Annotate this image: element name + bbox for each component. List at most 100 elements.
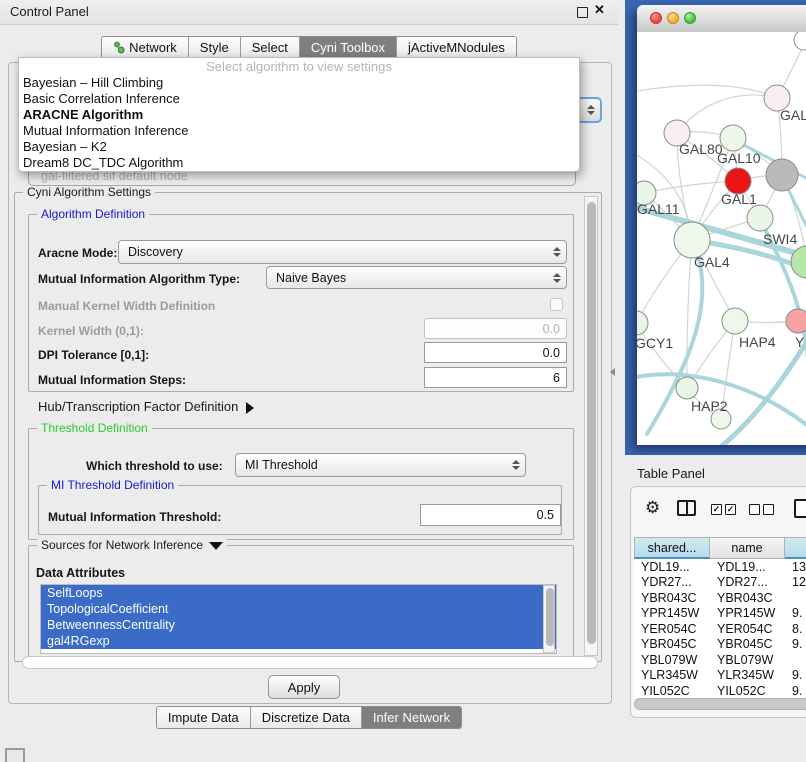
table-row[interactable]: YDR27...YDR27...12 [634, 575, 806, 591]
table-row[interactable]: YDL19...YDL19...13 [634, 559, 806, 575]
table-rows: YDL19...YDL19...13YDR27...YDR27...12YBR0… [634, 559, 806, 699]
select-all-columns-icon[interactable]: ✓ ✓ [711, 504, 736, 515]
panel-splitter-arrow[interactable] [610, 368, 615, 376]
table-cell: YER054C [634, 621, 710, 637]
algorithm-option-bayesian-hill-climbing[interactable]: Bayesian – Hill Climbing [19, 75, 579, 91]
stepper-icon [512, 460, 520, 470]
table-cell: 8. [785, 621, 806, 637]
network-window-titlebar[interactable] [637, 5, 806, 33]
table-cell [785, 590, 806, 606]
tab-cyni-toolbox[interactable]: Cyni Toolbox [299, 37, 396, 58]
network-node-salmon-right[interactable] [786, 309, 806, 333]
tab-infer-network[interactable]: Infer Network [361, 707, 461, 728]
mi-threshold-label: Mutual Information Threshold: [48, 510, 221, 524]
hub-definition-toggle[interactable]: Hub/Transcription Factor Definition [38, 399, 254, 414]
data-attributes-label: Data Attributes [36, 566, 125, 580]
settings-hscrollbar[interactable] [22, 656, 598, 669]
export-table-icon[interactable] [794, 499, 806, 518]
table-hscrollbar[interactable] [634, 698, 806, 710]
apply-button[interactable]: Apply [268, 675, 340, 699]
attr-list-scrollbar-thumb[interactable] [546, 588, 554, 646]
table-cell: 13 [785, 559, 806, 575]
aracne-mode-combo[interactable]: Discovery [118, 240, 567, 264]
which-threshold-combo[interactable]: MI Threshold [235, 453, 526, 477]
table-row[interactable]: YBR045CYBR045C9. [634, 637, 806, 653]
table-cell: 9. [785, 637, 806, 653]
table-row[interactable]: YIL052CYIL052C9. [634, 683, 806, 699]
attribute-item-gal4rgexp[interactable]: gal4RGexp [41, 633, 556, 649]
attr-list-scrollbar[interactable] [543, 585, 555, 653]
column-header-a[interactable]: A [785, 537, 806, 559]
deselect-all-columns-icon[interactable] [749, 504, 774, 515]
node-label-y: Y [795, 334, 805, 350]
algorithm-option-mutual-information-inference[interactable]: Mutual Information Inference [19, 123, 579, 139]
tab-select[interactable]: Select [240, 37, 299, 58]
tab-jactivemnodules[interactable]: jActiveMNodules [396, 37, 516, 58]
split-columns-icon[interactable] [677, 500, 696, 516]
node-label-gal1: GAL1 [721, 191, 757, 207]
dpi-tolerance-field[interactable]: 0.0 [424, 342, 567, 363]
table-cell: YLR345W [634, 668, 710, 684]
table-row[interactable]: YPR145WYPR145W9. [634, 606, 806, 622]
network-node-SWI4[interactable] [747, 205, 773, 231]
minimized-panel-icon[interactable] [5, 748, 25, 762]
close-traffic-light-icon[interactable] [650, 12, 662, 24]
settings-scrollbar-thumb[interactable] [587, 202, 596, 644]
node-label-gcy1: GCY1 [637, 335, 673, 351]
column-header-shared[interactable]: shared... [634, 537, 710, 559]
network-node-HAP4[interactable] [722, 308, 748, 334]
hub-definition-label: Hub/Transcription Factor Definition [38, 399, 238, 414]
kernel-width-field[interactable]: 0.0 [424, 318, 567, 339]
algorithm-option-basic-correlation-inference[interactable]: Basic Correlation Inference [19, 91, 579, 107]
table-cell: YDR27... [634, 575, 710, 591]
network-view-frame: GALGAL80GAL10GAL1GAL11SWI4GAL4GCY1HAP4YH… [625, 0, 806, 455]
tab-style[interactable]: Style [188, 37, 240, 58]
network-graph[interactable]: GALGAL80GAL10GAL1GAL11SWI4GAL4GCY1HAP4YH… [637, 32, 806, 445]
node-label-gal: GAL [780, 107, 806, 123]
data-attributes-list[interactable]: SelfLoopsTopologicalCoefficientBetweenne… [40, 584, 557, 654]
close-icon[interactable]: ✕ [594, 2, 605, 18]
network-node-GAL10[interactable] [720, 125, 746, 151]
network-node-top-partial[interactable] [794, 32, 806, 50]
table-row[interactable]: YBL079WYBL079W [634, 652, 806, 668]
stepper-icon [553, 247, 561, 257]
network-edge[interactable] [687, 240, 692, 388]
table-cell: YDL19... [634, 559, 710, 575]
manual-kernel-checkbox[interactable] [550, 298, 563, 311]
float-window-icon[interactable] [577, 7, 588, 18]
control-panel-tabbar: NetworkStyleSelectCyni ToolboxjActiveMNo… [0, 36, 618, 59]
algorithm-option-bayesian-k2[interactable]: Bayesian – K2 [19, 139, 579, 155]
network-node-GCY1[interactable] [637, 311, 648, 335]
mi-steps-field[interactable]: 6 [424, 367, 567, 388]
table-header-row: shared...nameA [634, 537, 806, 559]
network-edge[interactable] [637, 85, 777, 98]
network-canvas[interactable]: GALGAL80GAL10GAL1GAL11SWI4GAL4GCY1HAP4YH… [637, 32, 806, 445]
network-node-HAP2[interactable] [676, 377, 698, 399]
attribute-item-topologicalcoefficient[interactable]: TopologicalCoefficient [41, 601, 556, 617]
table-cell: YBL079W [634, 652, 710, 668]
gear-icon[interactable]: ⚙ [645, 499, 660, 516]
tab-network[interactable]: Network [102, 37, 188, 58]
mi-type-combo[interactable]: Naive Bayes [266, 266, 567, 289]
sources-label-wrap[interactable]: Sources for Network Inference [37, 538, 227, 552]
table-row[interactable]: YBR043CYBR043C [634, 590, 806, 606]
algorithm-option-dream8-dc-tdc-algorithm[interactable]: Dream8 DC_TDC Algorithm [19, 155, 579, 171]
attribute-item-selfloops[interactable]: SelfLoops [41, 585, 556, 601]
table-row[interactable]: YLR345WYLR345W9. [634, 668, 806, 684]
node-label-gal11: GAL11 [637, 201, 680, 217]
zoom-traffic-light-icon[interactable] [684, 12, 696, 24]
network-node-gray-node[interactable] [766, 159, 798, 191]
settings-scrollbar[interactable] [584, 196, 598, 656]
column-header-name[interactable]: name [710, 537, 785, 559]
attribute-item-betweennesscentrality[interactable]: BetweennessCentrality [41, 617, 556, 633]
table-row[interactable]: YER054CYER054C8. [634, 621, 806, 637]
tab-impute-data[interactable]: Impute Data [157, 707, 250, 728]
algorithm-option-aracne-algorithm[interactable]: ARACNE Algorithm [19, 107, 579, 123]
network-node-GAL4[interactable] [674, 222, 710, 258]
tab-discretize-data[interactable]: Discretize Data [250, 707, 361, 728]
stepper-icon [587, 105, 595, 115]
table-cell: YBR043C [634, 590, 710, 606]
minimize-traffic-light-icon[interactable] [667, 12, 679, 24]
mi-threshold-field[interactable]: 0.5 [420, 504, 561, 526]
network-window: GALGAL80GAL10GAL1GAL11SWI4GAL4GCY1HAP4YH… [637, 5, 806, 445]
